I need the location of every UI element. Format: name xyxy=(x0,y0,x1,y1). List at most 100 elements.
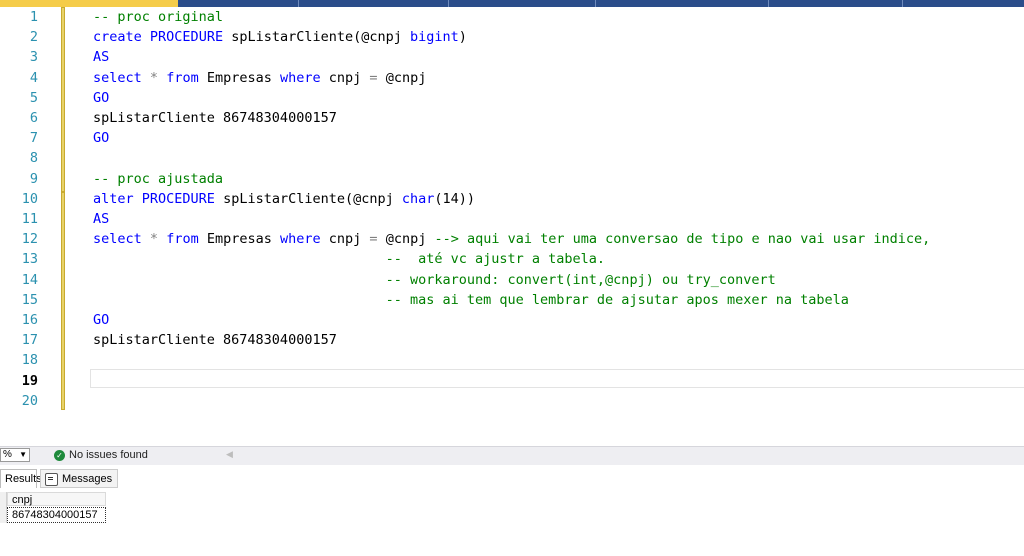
check-circle-icon: ✓ xyxy=(54,450,65,461)
code-token: * xyxy=(149,231,159,248)
code-token: select xyxy=(93,231,142,248)
code-line[interactable]: -- workaround: convert(int,@cnpj) ou try… xyxy=(93,270,776,290)
code-token: -- mas ai tem que lembrar de ajsutar apo… xyxy=(385,291,849,308)
code-line[interactable]: select * from Empresas where cnpj = @cnp… xyxy=(93,229,930,249)
line-number: 9 xyxy=(29,170,38,187)
code-token: Empresas xyxy=(198,69,280,86)
code-token: ) xyxy=(458,29,467,46)
line-number: 1 xyxy=(29,9,38,25)
line-number: 15 xyxy=(21,291,38,308)
tab-results-label: Results xyxy=(5,473,42,485)
tab-results[interactable]: Results xyxy=(0,469,42,488)
code-token: PROCEDURE xyxy=(141,190,215,207)
line-number: 13 xyxy=(21,251,38,268)
current-line-highlight xyxy=(90,369,1024,388)
messages-icon xyxy=(45,472,58,486)
line-number: 7 xyxy=(29,130,38,147)
code-line[interactable]: -- mas ai tem que lembrar de ajsutar apo… xyxy=(93,290,849,310)
line-number-gutter: 1 2 3 4 5 6 7 8 9 10 11 12 13 14 15 16 17 18 19 20 xyxy=(0,7,50,412)
row-header[interactable] xyxy=(0,492,7,523)
code-token: cnpj xyxy=(320,69,370,86)
code-token: char xyxy=(401,190,435,207)
code-token: spListarCliente 86748304000157 xyxy=(93,110,337,126)
code-token: GO xyxy=(93,89,110,106)
line-number: 5 xyxy=(29,89,38,106)
tab-separator xyxy=(298,0,299,7)
line-number: 16 xyxy=(21,312,38,328)
result-cell[interactable]: 86748304000157 xyxy=(7,507,106,523)
code-line[interactable]: -- proc original xyxy=(93,7,223,27)
code-line[interactable]: alter PROCEDURE spListarCliente(@cnpj ch… xyxy=(93,189,475,209)
code-token: -- proc ajustada xyxy=(93,170,224,187)
code-token: --> aqui vai ter uma conversao de tipo e… xyxy=(434,231,931,248)
code-token: alter xyxy=(93,190,134,207)
code-token: -- proc original xyxy=(93,9,224,25)
column-header-cnpj[interactable]: cnpj xyxy=(7,492,106,506)
code-token: spListarCliente 86748304000157 xyxy=(93,332,337,349)
change-marker xyxy=(61,192,65,410)
issues-status[interactable]: No issues found xyxy=(69,449,148,461)
code-token: from xyxy=(166,69,199,86)
code-token: where xyxy=(280,231,321,248)
document-tab-strip xyxy=(0,0,1024,7)
line-number: 6 xyxy=(29,110,38,126)
code-line[interactable]: GO xyxy=(93,88,109,108)
scroll-left-icon[interactable]: ◀ xyxy=(226,449,233,460)
code-line[interactable]: spListarCliente 86748304000157 xyxy=(93,330,337,350)
code-token: cnpj xyxy=(320,231,370,248)
code-token: select xyxy=(93,69,142,86)
code-token: bigint xyxy=(410,29,459,46)
code-line[interactable]: AS xyxy=(93,209,109,229)
code-token: where xyxy=(280,69,321,86)
line-number: 14 xyxy=(21,271,38,288)
tab-separator xyxy=(902,0,903,7)
tab-separator xyxy=(595,0,596,7)
code-token: (14)) xyxy=(434,190,476,207)
change-marker xyxy=(61,7,65,192)
code-token: PROCEDURE xyxy=(149,29,224,46)
code-token: -- workaround: convert(int,@cnpj) ou try… xyxy=(385,271,776,288)
editor-status-bar: % ▼ ✓ No issues found ◀ xyxy=(0,446,1024,465)
code-line[interactable]: select * from Empresas where cnpj = @cnp… xyxy=(93,68,426,88)
code-line[interactable]: AS xyxy=(93,47,109,67)
line-number: 18 xyxy=(21,352,38,369)
line-number: 2 xyxy=(29,29,38,46)
code-line[interactable]: GO xyxy=(93,310,109,330)
code-token: = xyxy=(369,231,378,248)
code-line[interactable]: spListarCliente 86748304000157 xyxy=(93,108,337,128)
code-token: @cnpj xyxy=(377,231,435,248)
code-token: spListarCliente(@cnpj xyxy=(223,29,411,46)
sql-editor[interactable]: 1 2 3 4 5 6 7 8 9 10 11 12 13 14 15 16 17 18 19 20 -- proc … xyxy=(0,7,1024,412)
code-token: = xyxy=(369,69,378,86)
line-number: 11 xyxy=(21,211,38,227)
code-token: AS xyxy=(93,211,110,227)
zoom-value: % xyxy=(3,449,12,460)
code-token: GO xyxy=(93,130,110,147)
line-number: 10 xyxy=(21,190,38,207)
chevron-down-icon: ▼ xyxy=(19,450,27,459)
code-token: -- até vc ajustr a tabela. xyxy=(385,251,606,268)
tab-active-query[interactable] xyxy=(0,0,178,7)
code-token: Empresas xyxy=(198,231,280,248)
results-grid: cnpj 86748304000157 xyxy=(0,489,1024,556)
line-number: 12 xyxy=(21,231,38,248)
code-token: create xyxy=(93,29,142,46)
code-line[interactable]: -- proc ajustada xyxy=(93,169,223,189)
zoom-dropdown[interactable]: % ▼ xyxy=(0,448,30,462)
line-number: 3 xyxy=(29,49,38,66)
code-line[interactable]: create PROCEDURE spListarCliente(@cnpj b… xyxy=(93,27,467,47)
line-number: 20 xyxy=(21,392,38,409)
tab-messages[interactable]: Messages xyxy=(40,469,118,488)
code-line[interactable]: GO xyxy=(93,128,109,148)
code-token: AS xyxy=(93,49,110,66)
code-token: from xyxy=(166,231,199,248)
code-line[interactable]: -- até vc ajustr a tabela. xyxy=(93,249,605,269)
